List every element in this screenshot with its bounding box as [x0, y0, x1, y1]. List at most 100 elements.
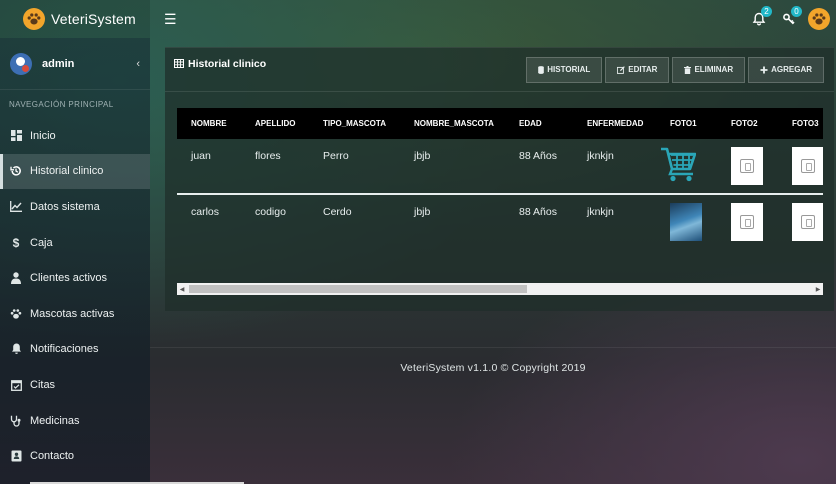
eliminar-button[interactable]: ELIMINAR: [672, 56, 746, 83]
column-header[interactable]: NOMBRE: [177, 108, 241, 139]
page-title: Historial clinico: [174, 58, 266, 70]
sidebar-item-datos-sistema[interactable]: Datos sistema: [0, 189, 150, 225]
sidebar-item-historial-clinico[interactable]: Historial clinico: [0, 153, 150, 190]
navbar-icons: 2 0: [744, 4, 836, 34]
column-header[interactable]: APELLIDO: [241, 108, 309, 139]
cell-nombre-mascota: jbjb: [414, 206, 431, 218]
nav-header: NAVEGACIÓN PRINCIPAL: [9, 100, 114, 109]
table-row[interactable]: carlos codigo Cerdo jbjb 88 Años jknkjn: [177, 194, 823, 250]
cell-foto3: [778, 194, 823, 250]
user-icon: [10, 272, 22, 285]
dashboard-icon: [10, 130, 22, 142]
stethoscope-icon: [10, 415, 22, 427]
scroll-right-icon[interactable]: ▶: [813, 286, 823, 293]
sidebar-item-label: Historial clinico: [30, 165, 104, 178]
cell-enfermedad: jknkjn: [573, 139, 656, 195]
sidebar-item-label: Caja: [30, 236, 53, 249]
top-navbar: ☰ 2 0: [150, 0, 836, 38]
footer-copyright: VeteriSystem v1.1.0 © Copyright 2019: [400, 361, 586, 374]
sidebar-item-inicio[interactable]: Inicio: [0, 118, 150, 154]
sidebar-item-citas[interactable]: Citas: [0, 367, 150, 403]
scrollbar-track[interactable]: [187, 285, 813, 293]
brand-name: VeteriSystem: [51, 11, 136, 27]
dollar-icon: $: [12, 235, 20, 250]
notifications-button[interactable]: 2: [744, 4, 774, 34]
placeholder-image-icon[interactable]: [792, 203, 823, 241]
box-toolbar: HISTORIAL EDITAR ELIMINAR AGREGAR: [526, 56, 824, 83]
cell-tipo-mascota: Cerdo: [323, 206, 352, 218]
column-header[interactable]: FOTO3: [778, 108, 823, 139]
cell-foto1: [656, 139, 717, 195]
column-header[interactable]: NOMBRE_MASCOTA: [400, 108, 505, 139]
sidebar-item-label: Contacto: [30, 450, 75, 463]
scroll-left-icon[interactable]: ◀: [177, 286, 187, 293]
placeholder-image-icon[interactable]: [792, 147, 823, 185]
cell-edad: 88 Años: [505, 139, 573, 195]
sidebar-item-label: Clientes activos: [30, 272, 108, 285]
column-header[interactable]: FOTO2: [717, 108, 778, 139]
historial-table-container: NOMBRE APELLIDO TIPO_MASCOTA NOMBRE_MASC…: [177, 108, 823, 294]
sidebar-item-clientes-activos[interactable]: Clientes activos: [0, 260, 150, 296]
keys-badge: 0: [791, 6, 802, 17]
brand[interactable]: VeteriSystem: [0, 0, 150, 38]
paw-icon: [10, 308, 22, 320]
cell-edad: 88 Años: [519, 206, 557, 218]
sidebar-item-mascotas-activas[interactable]: Mascotas activas: [0, 296, 150, 332]
editar-button[interactable]: EDITAR: [605, 56, 670, 83]
sidebar-item-label: Datos sistema: [30, 200, 100, 213]
box-header: Historial clinico HISTORIAL EDITAR ELIMI…: [165, 48, 834, 92]
shopping-cart-icon[interactable]: [660, 145, 697, 183]
paw-logo-icon: [23, 8, 45, 30]
scrollbar-thumb[interactable]: [189, 285, 527, 293]
agregar-button-label: AGREGAR: [771, 65, 812, 74]
history-icon: [10, 165, 22, 177]
sidebar-item-contacto[interactable]: Contacto: [0, 438, 150, 474]
cell-nombre-mascota: jbjb: [400, 139, 505, 195]
table-horizontal-scrollbar[interactable]: ◀ ▶: [177, 283, 823, 295]
column-header[interactable]: ENFERMEDAD: [573, 108, 656, 139]
contact-icon: [10, 450, 22, 462]
sidebar-item-label: Inicio: [30, 129, 56, 142]
cell-apellido: flores: [241, 139, 309, 195]
agregar-button[interactable]: AGREGAR: [748, 56, 824, 83]
sidebar-item-medicinas[interactable]: Medicinas: [0, 403, 150, 439]
table-header-row: NOMBRE APELLIDO TIPO_MASCOTA NOMBRE_MASC…: [177, 108, 823, 139]
ocean-photo-thumbnail[interactable]: [670, 203, 702, 241]
column-header[interactable]: EDAD: [505, 108, 573, 139]
user-panel: admin ‹: [0, 38, 150, 90]
column-header[interactable]: FOTO1: [656, 108, 717, 139]
placeholder-image-icon[interactable]: [731, 203, 763, 241]
cell-nombre: carlos: [191, 206, 220, 218]
sidebar-item-label: Citas: [30, 378, 56, 391]
line-chart-icon: [10, 201, 22, 213]
sidebar-toggle-icon[interactable]: ☰: [164, 11, 177, 28]
chevron-left-icon[interactable]: ‹: [136, 58, 140, 70]
historial-button-label: HISTORIAL: [547, 65, 591, 74]
sidebar-item-label: Mascotas activas: [30, 307, 115, 320]
box-title-text: Historial clinico: [188, 57, 267, 70]
eliminar-button-label: ELIMINAR: [694, 65, 734, 74]
database-icon: [538, 65, 545, 74]
keys-button[interactable]: 0: [774, 4, 804, 34]
sidebar-item-caja[interactable]: $ Caja: [0, 225, 150, 261]
footer: VeteriSystem v1.1.0 © Copyright 2019: [150, 347, 836, 387]
table-icon: [174, 59, 184, 68]
table-row[interactable]: juan flores Perro jbjb 88 Años jknkjn: [177, 139, 823, 195]
sidebar: admin ‹ NAVEGACIÓN PRINCIPAL Inicio Hist…: [0, 38, 150, 484]
avatar: [10, 52, 32, 75]
edit-icon: [617, 65, 626, 74]
historial-box: Historial clinico HISTORIAL EDITAR ELIMI…: [165, 47, 834, 311]
placeholder-image-icon[interactable]: [731, 147, 763, 185]
user-name: admin: [42, 57, 75, 70]
cell-nombre: juan: [177, 139, 241, 195]
sidebar-item-label: Notificaciones: [30, 343, 99, 356]
historial-button[interactable]: HISTORIAL: [526, 56, 603, 83]
cell-apellido: codigo: [255, 206, 286, 218]
calendar-icon: [10, 379, 22, 391]
plus-icon: [760, 66, 768, 73]
notifications-badge: 2: [761, 6, 772, 17]
user-menu-avatar[interactable]: [808, 8, 830, 30]
sidebar-item-notificaciones[interactable]: Notificaciones: [0, 332, 150, 368]
trash-icon: [684, 65, 692, 74]
column-header[interactable]: TIPO_MASCOTA: [309, 108, 400, 139]
